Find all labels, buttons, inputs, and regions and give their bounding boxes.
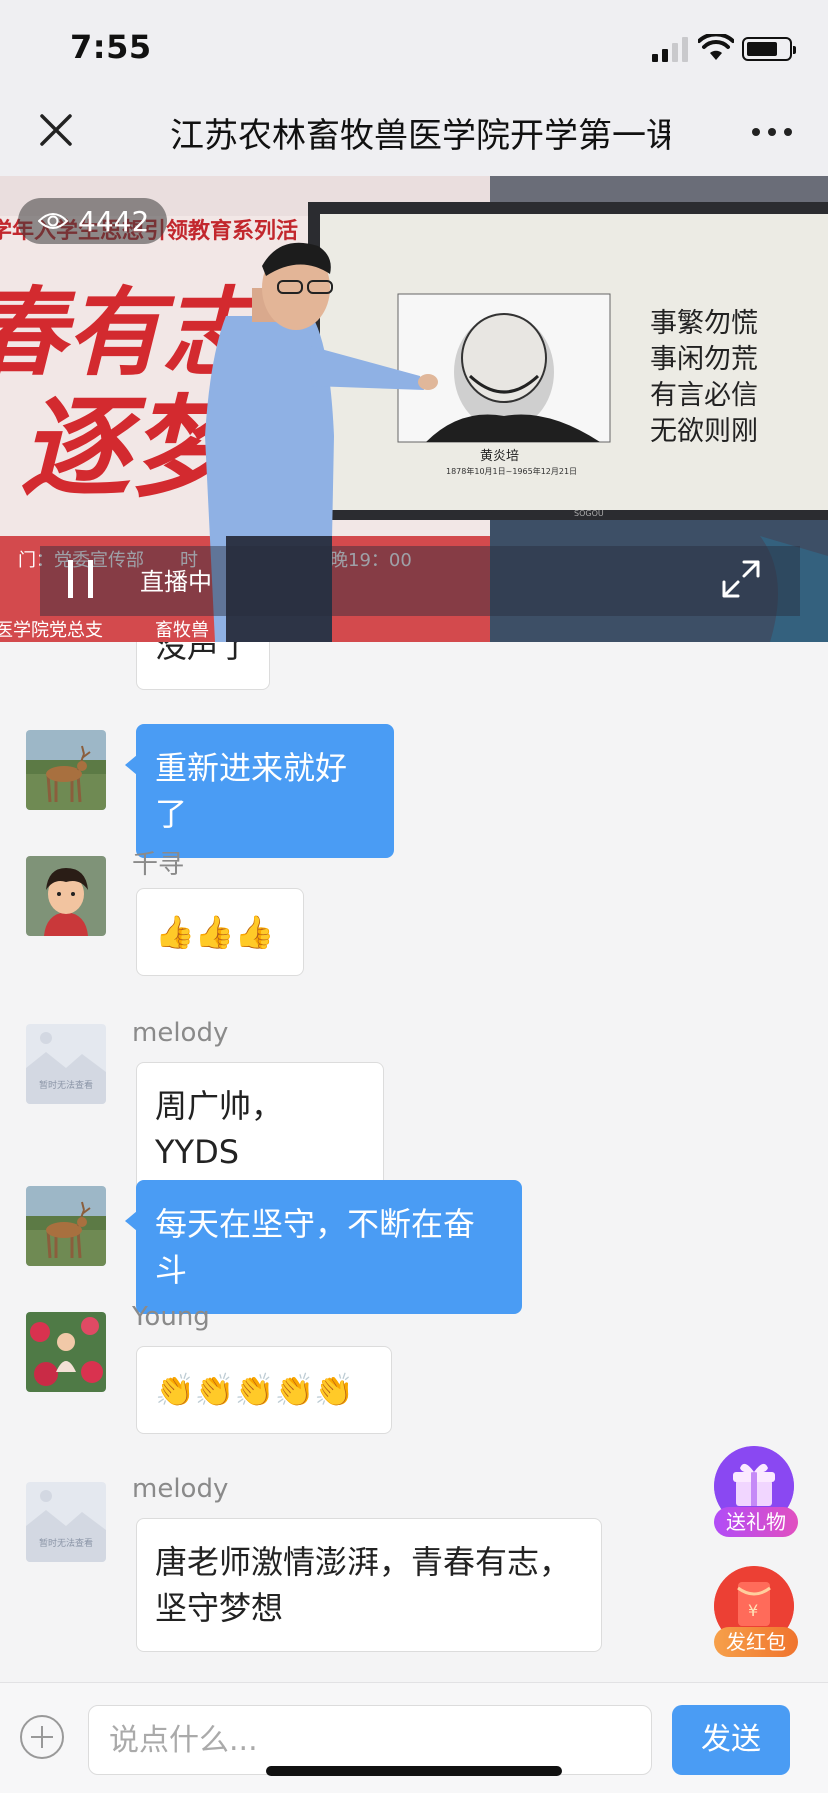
message-input[interactable] xyxy=(88,1705,652,1775)
avatar-unavailable-text: 暂时无法查看 xyxy=(38,1539,93,1549)
message-bubble: 周广帅，YYDS xyxy=(136,1062,384,1196)
avatar-placeholder[interactable]: 暂时无法查看 xyxy=(26,1482,106,1562)
banner-org-2: 畜牧兽 xyxy=(155,620,209,641)
message-bubble: 👍👍👍 xyxy=(136,888,304,976)
message-bubble: 唐老师激情澎湃，青春有志，坚守梦想 xyxy=(136,1518,602,1652)
avatar-deer-photo[interactable] xyxy=(26,730,106,810)
status-bar: 7:55 xyxy=(0,0,828,100)
portrait-dates: 1878年10月1日~1965年12月21日 xyxy=(446,466,577,476)
video-controls: 直播中 xyxy=(40,546,800,616)
poem-line-1: 事繁勿慌 xyxy=(650,308,758,339)
nav-bar: 江苏农林畜牧兽医学院开学第一课 xyxy=(0,100,828,176)
send-button[interactable]: 发送 xyxy=(672,1705,790,1775)
eye-icon xyxy=(38,213,68,229)
avatar-deer-photo[interactable] xyxy=(26,1186,106,1266)
poem-line-2: 事闲勿荒 xyxy=(650,344,758,375)
live-status-label: 直播中 xyxy=(140,568,212,596)
message-bubble: 👏👏👏👏👏 xyxy=(136,1346,392,1434)
tv-brand: SOGOU xyxy=(574,509,604,518)
avatar-flower-photo[interactable] xyxy=(26,1312,106,1392)
wifi-icon xyxy=(698,34,734,60)
fullscreen-icon[interactable] xyxy=(720,558,762,600)
message-bubble: 重新进来就好了 xyxy=(125,724,394,858)
portrait-name: 黄炎培 xyxy=(480,448,519,464)
image-placeholder-icon xyxy=(26,1490,106,1562)
poem-line-3: 有言必信 xyxy=(650,380,758,411)
pause-icon[interactable] xyxy=(68,560,94,598)
more-options-button[interactable] xyxy=(752,128,792,138)
close-button[interactable] xyxy=(36,110,76,150)
avatar-placeholder[interactable]: 暂时无法查看 xyxy=(26,1024,106,1104)
message-bubble: 没声了 xyxy=(136,642,270,690)
send-gift-label[interactable]: 送礼物 xyxy=(714,1507,798,1537)
message-bubble: 每天在坚守，不断在奋斗 xyxy=(125,1180,522,1314)
cellular-signal-icon xyxy=(652,36,692,62)
send-red-packet-label[interactable]: 发红包 xyxy=(714,1627,798,1657)
viewer-count-badge: 4442 xyxy=(18,198,168,244)
image-placeholder-icon xyxy=(26,1032,106,1104)
sender-name: Young xyxy=(132,1302,210,1332)
battery-icon xyxy=(742,37,796,61)
banner-org: 医学院党总支 xyxy=(0,620,103,641)
avatar-unavailable-text: 暂时无法查看 xyxy=(38,1081,93,1091)
page-title: 江苏农林畜牧兽医学院开学第一课 xyxy=(170,116,670,156)
live-video-player[interactable]: 学年入学生思想引领教育系列活 春有志 逐梦 门：党委宣传部 时 晚19：00 医… xyxy=(0,176,828,642)
sender-name: melody xyxy=(132,1474,229,1504)
avatar-cartoon-boy[interactable] xyxy=(26,856,106,936)
red-packet-symbol: ¥ xyxy=(748,1601,758,1620)
sender-name: 千寻 xyxy=(132,850,185,880)
chat-message-list[interactable]: 没声了 重新进来就好了 千寻 👍👍👍 暂时无法查看 melody 周广帅，YYD… xyxy=(0,642,828,1682)
sender-name: melody xyxy=(132,1018,229,1048)
status-time: 7:55 xyxy=(70,28,152,66)
viewer-count: 4442 xyxy=(78,204,150,238)
poem-line-4: 无欲则刚 xyxy=(650,416,758,447)
home-indicator xyxy=(266,1766,562,1776)
add-attachment-button[interactable] xyxy=(20,1715,64,1759)
message-composer: 发送 xyxy=(0,1682,828,1793)
